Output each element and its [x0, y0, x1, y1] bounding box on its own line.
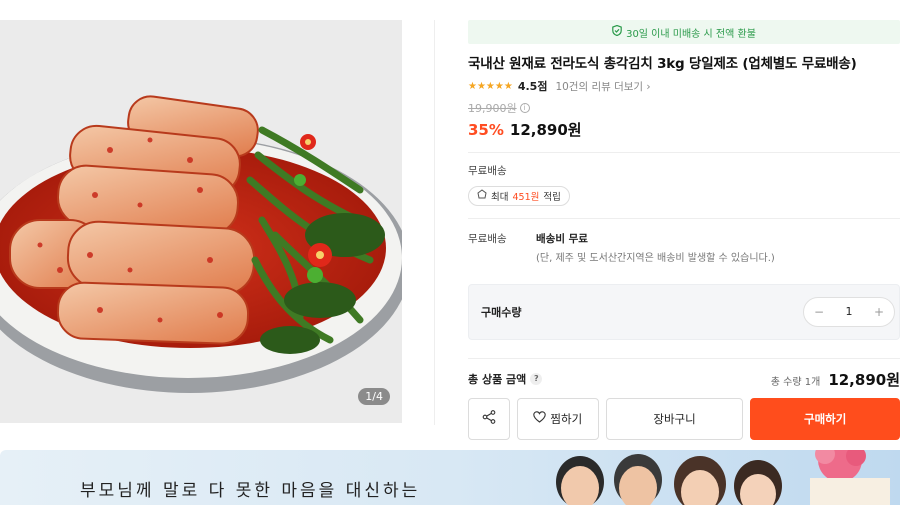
- product-title: 국내산 원재료 전라도식 총각김치 3kg 당일제조 (업체별도 무료배송): [468, 56, 857, 72]
- point-badge: 최대 451원 적립: [468, 185, 570, 206]
- rating-stars: ★★★★★: [468, 80, 513, 92]
- price-row: 35% 12,890원: [468, 119, 900, 140]
- original-price-row: 19,900원 i: [468, 100, 900, 116]
- shipping-label: 무료배송: [468, 165, 507, 177]
- rating-row: ★★★★★ 4.5점 10건의 리뷰 더보기 ›: [468, 78, 900, 94]
- refund-banner: 30일 이내 미배송 시 전액 환불: [468, 20, 900, 44]
- wish-label: 찜하기: [550, 411, 583, 426]
- rating-score: 4.5점: [517, 80, 548, 93]
- share-button[interactable]: [468, 397, 510, 440]
- original-price: 19,900원: [468, 102, 517, 115]
- total-summary: 총 수량 1개 12,890원: [771, 369, 900, 390]
- discount-rate: 35%: [468, 121, 504, 139]
- divider: [468, 357, 900, 359]
- kimchi-plate-illustration: [0, 20, 402, 423]
- refund-banner-text: 30일 이내 미배송 시 전액 환불: [626, 28, 756, 40]
- point-prefix: 최대: [491, 191, 509, 203]
- divider: [468, 217, 900, 219]
- minus-button[interactable]: −: [814, 305, 824, 319]
- heart-icon: [533, 411, 547, 426]
- promo-text: 부모님께 말로 다 못한 마음을 대신하는: [80, 481, 421, 501]
- quantity-value[interactable]: 1: [846, 305, 853, 318]
- share-icon: [482, 410, 496, 427]
- point-suffix: 적립: [543, 191, 561, 203]
- review-link[interactable]: 10건의 리뷰 더보기 ›: [555, 79, 650, 94]
- shipping-fee-row: 무료배송 배송비 무료 (단, 제주 및 도서산간지역은 배송비 발생할 수 있…: [468, 231, 900, 264]
- help-icon[interactable]: ?: [530, 373, 543, 385]
- shield-icon: [612, 24, 622, 39]
- total-price: 12,890원: [828, 370, 900, 389]
- shipping-fee-label: 무료배송: [468, 232, 507, 245]
- total-label-group: 총 상품 금액 ?: [468, 371, 543, 387]
- quantity-box: 구매수량 − 1 +: [468, 283, 900, 340]
- divider: [468, 152, 900, 153]
- product-info-panel: 30일 이내 미배송 시 전액 환불 국내산 원재료 전라도식 총각김치 3kg…: [468, 20, 900, 440]
- product-image[interactable]: 1/4: [0, 20, 402, 423]
- cart-button[interactable]: 장바구니: [605, 397, 744, 440]
- shipping-fee-note: (단, 제주 및 도서산간지역은 배송비 발생할 수 있습니다.): [536, 252, 775, 264]
- vertical-divider: [434, 20, 435, 425]
- action-buttons: 찜하기 장바구니 구매하기: [468, 397, 900, 440]
- promo-people-illustration: [556, 450, 890, 505]
- info-icon[interactable]: i: [519, 103, 530, 113]
- total-row: 총 상품 금액 ? 총 수량 1개 12,890원: [468, 369, 900, 390]
- quantity-stepper[interactable]: − 1 +: [803, 296, 895, 327]
- point-amount: 451원: [512, 191, 540, 203]
- buy-button[interactable]: 구매하기: [750, 397, 900, 440]
- sale-price: 12,890원: [509, 121, 582, 139]
- plus-button[interactable]: +: [874, 305, 884, 319]
- promo-banner[interactable]: 부모님께 말로 다 못한 마음을 대신하는: [0, 450, 900, 505]
- total-quantity: 총 수량 1개: [770, 376, 821, 388]
- wish-button[interactable]: 찜하기: [516, 397, 599, 440]
- shipping-fee-value: 배송비 무료: [536, 232, 588, 245]
- coin-icon: [477, 189, 487, 202]
- image-counter: 1/4: [358, 388, 390, 405]
- total-label: 총 상품 금액: [468, 373, 527, 386]
- quantity-label: 구매수량: [481, 305, 522, 319]
